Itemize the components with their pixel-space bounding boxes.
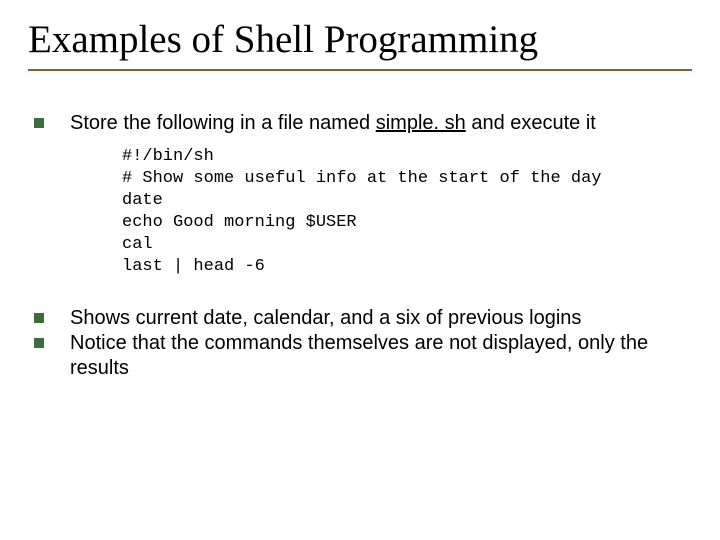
code-line: cal (122, 235, 153, 254)
bullet-text: Shows current date, calendar, and a six … (70, 306, 692, 331)
code-line: last | head -6 (122, 257, 265, 276)
bullet-item: Notice that the commands themselves are … (28, 331, 692, 381)
slide: Examples of Shell Programming Store the … (0, 0, 720, 540)
square-bullet-icon (34, 338, 44, 348)
bullet-text: Store the following in a file named simp… (70, 111, 692, 136)
square-bullet-icon (34, 313, 44, 323)
code-line: #!/bin/sh (122, 147, 214, 166)
title-underline (28, 69, 692, 71)
code-line: # Show some useful info at the start of … (122, 169, 601, 188)
bullet-text: Notice that the commands themselves are … (70, 331, 692, 381)
slide-title: Examples of Shell Programming (28, 18, 692, 65)
bullet-item: Store the following in a file named simp… (28, 111, 692, 136)
code-block: #!/bin/sh # Show some useful info at the… (122, 146, 692, 279)
bullet-text-post: and execute it (466, 112, 596, 134)
bullet-item: Shows current date, calendar, and a six … (28, 306, 692, 331)
bullet-text-underlined: simple. sh (376, 112, 466, 134)
square-bullet-icon (34, 118, 44, 128)
code-line: date (122, 191, 163, 210)
bullet-text-pre: Store the following in a file named (70, 112, 376, 134)
slide-body: Store the following in a file named simp… (28, 111, 692, 382)
code-line: echo Good morning $USER (122, 213, 357, 232)
